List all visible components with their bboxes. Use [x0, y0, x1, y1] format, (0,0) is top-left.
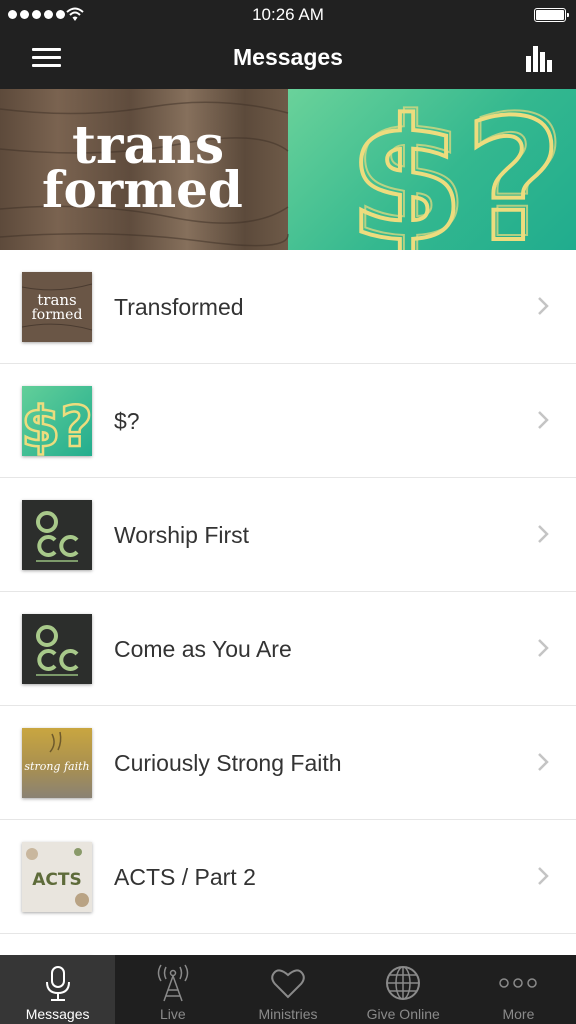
message-title: $? — [114, 408, 140, 434]
list-item[interactable]: Worship First — [0, 478, 576, 592]
battery-icon — [534, 8, 569, 22]
broadcast-tower-icon — [157, 964, 189, 1002]
banner-money-question-outline: $? — [352, 89, 566, 250]
chevron-right-icon — [538, 411, 549, 429]
tab-more[interactable]: More — [461, 955, 576, 1024]
thumbnail-money-question: $? — [22, 386, 92, 456]
thumbnail-strong-faith: strong faith — [22, 728, 92, 798]
banner-art: trans formed $? $? — [0, 89, 567, 250]
tab-messages[interactable]: Messages — [0, 955, 116, 1024]
thumbnail-occ-logo — [22, 614, 92, 684]
message-title: Transformed — [114, 294, 244, 320]
chevron-right-icon — [538, 297, 549, 315]
chevron-right-icon — [538, 867, 549, 885]
tab-bar: Messages Live Ministries Give Online Mor… — [0, 955, 576, 1024]
message-title: Come as You Are — [114, 636, 292, 662]
tab-label: Ministries — [258, 1006, 318, 1022]
featured-banner[interactable]: trans formed $? $? — [0, 89, 576, 250]
more-dots-icon — [499, 978, 538, 988]
list-item[interactable]: $? $? — [0, 364, 576, 478]
svg-text:$?: $? — [22, 395, 92, 456]
list-item[interactable]: ACTS ACTS / Part 2 — [0, 820, 576, 934]
banner-word-bottom: formed — [42, 160, 243, 219]
list-item-partial[interactable] — [0, 934, 576, 955]
tab-label: More — [502, 1006, 535, 1022]
tab-label: Messages — [25, 1006, 90, 1022]
globe-icon — [386, 966, 421, 1000]
thumbnail-occ-logo — [22, 500, 92, 570]
thumbnail-acts: ACTS — [22, 842, 92, 912]
tab-live[interactable]: Live — [115, 955, 230, 1024]
svg-text:ACTS: ACTS — [32, 870, 81, 890]
tab-give-online[interactable]: Give Online — [346, 955, 461, 1024]
message-title: Curiously Strong Faith — [114, 750, 342, 776]
list-item[interactable]: Come as You Are — [0, 592, 576, 706]
message-title: Worship First — [114, 522, 250, 548]
status-time: 10:26 AM — [252, 5, 324, 24]
bar-chart-icon[interactable] — [526, 44, 554, 72]
chevron-right-icon — [538, 753, 549, 771]
status-bar: 10:26 AM — [0, 0, 576, 30]
chevron-right-icon — [538, 525, 549, 543]
chevron-right-icon — [538, 639, 549, 657]
heart-icon — [271, 969, 305, 999]
svg-text:formed: formed — [32, 307, 83, 323]
tab-label: Live — [159, 1006, 186, 1022]
messages-list[interactable]: trans formed Transformed $? $? Worship F… — [0, 250, 576, 955]
page-title: Messages — [233, 44, 343, 70]
tab-label: Give Online — [366, 1006, 440, 1022]
svg-text:strong faith: strong faith — [24, 760, 89, 773]
thumbnail-transformed: trans formed — [22, 272, 92, 342]
list-item[interactable]: strong faith Curiously Strong Faith — [0, 706, 576, 820]
top-bar: 10:26 AM Messages — [0, 0, 576, 89]
message-title: ACTS / Part 2 — [114, 864, 256, 890]
list-item[interactable]: trans formed Transformed — [0, 250, 576, 364]
tab-ministries[interactable]: Ministries — [230, 955, 345, 1024]
microphone-icon — [45, 966, 70, 1001]
